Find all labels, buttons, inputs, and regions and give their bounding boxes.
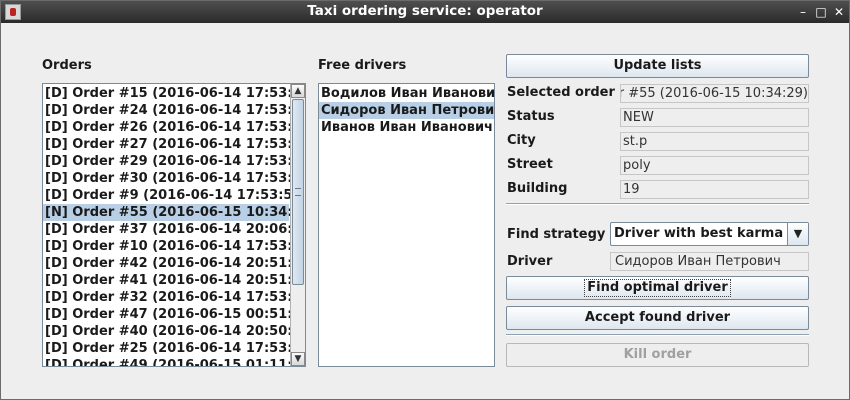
status-field[interactable]: NEW (620, 108, 809, 127)
drivers-items: Водилов Иван Иванович Сидоров Иван Петров… (319, 85, 494, 136)
order-list-item[interactable]: [D] Order #47 (2016-06-15 00:51:16) (43, 306, 305, 323)
selected-order-field[interactable]: er #55 (2016-06-15 10:34:29) (620, 84, 809, 103)
order-list-item[interactable]: [D] Order #29 (2016-06-14 17:53:51) (43, 153, 305, 170)
driver-list-item[interactable]: Водилов Иван Иванович (319, 85, 494, 102)
scroll-down-icon[interactable]: ▼ (291, 352, 305, 366)
order-list-item[interactable]: [N] Order #55 (2016-06-15 10:34:29) (43, 204, 305, 221)
title-bar[interactable]: Taxi ordering service: operator – □ ✕ (1, 1, 849, 23)
order-list-item[interactable]: [D] Order #26 (2016-06-14 17:53:51) (43, 119, 305, 136)
order-list-item[interactable]: [D] Order #25 (2016-06-14 17:53:51) (43, 340, 305, 357)
orders-label: Orders (42, 58, 92, 73)
free-drivers-label: Free drivers (318, 58, 407, 73)
scroll-up-icon[interactable]: ▲ (291, 84, 305, 98)
driver-list-item[interactable]: Сидоров Иван Петрович (319, 102, 494, 119)
order-list-item[interactable]: [D] Order #15 (2016-06-14 17:53:51) (43, 85, 305, 102)
selected-order-label: Selected order (507, 85, 615, 100)
orders-scrollbar[interactable]: ▲ ▼ (290, 84, 305, 366)
order-list-item[interactable]: [D] Order #30 (2016-06-14 17:53:51) (43, 170, 305, 187)
find-strategy-select[interactable]: Driver with best karma ▼ (610, 222, 809, 246)
building-label: Building (507, 181, 568, 196)
order-list-item[interactable]: [D] Order #42 (2016-06-14 20:51:06) (43, 255, 305, 272)
drivers-list[interactable]: Водилов Иван Иванович Сидоров Иван Петров… (318, 83, 495, 367)
find-strategy-value: Driver with best karma (614, 226, 784, 241)
order-list-item[interactable]: [D] Order #32 (2016-06-14 17:53:51) (43, 289, 305, 306)
order-list-item[interactable]: [D] Order #41 (2016-06-14 20:51:03) (43, 272, 305, 289)
building-field[interactable]: 19 (620, 180, 809, 199)
orders-list[interactable]: [D] Order #15 (2016-06-14 17:53:51) [D] O… (42, 83, 306, 367)
order-list-item[interactable]: [D] Order #24 (2016-06-14 17:53:51) (43, 102, 305, 119)
order-list-item[interactable]: [D] Order #40 (2016-06-14 20:50:54) (43, 323, 305, 340)
main-window: Taxi ordering service: operator – □ ✕ Or… (0, 0, 850, 400)
order-list-item[interactable]: [D] Order #49 (2016-06-15 01:11:42) (43, 357, 305, 366)
find-strategy-label: Find strategy (507, 227, 606, 242)
chevron-down-icon[interactable]: ▼ (787, 223, 808, 245)
driver-field[interactable]: Сидоров Иван Петрович (610, 252, 809, 271)
orders-items: [D] Order #15 (2016-06-14 17:53:51) [D] O… (43, 85, 305, 366)
maximize-icon[interactable]: □ (813, 4, 829, 20)
accept-found-driver-button[interactable]: Accept found driver (506, 306, 809, 330)
close-icon[interactable]: ✕ (831, 4, 847, 20)
update-lists-button[interactable]: Update lists (506, 54, 809, 78)
order-list-item[interactable]: [D] Order #27 (2016-06-14 17:53:51) (43, 136, 305, 153)
kill-order-button[interactable]: Kill order (506, 343, 809, 367)
driver-label: Driver (507, 254, 553, 269)
find-optimal-driver-label: Find optimal driver (584, 279, 731, 297)
scroll-thumb[interactable] (292, 99, 304, 285)
order-list-item[interactable]: [D] Order #9 (2016-06-14 17:53:51) (43, 187, 305, 204)
minimize-icon[interactable]: – (795, 4, 811, 20)
details-separator (506, 203, 809, 205)
city-field[interactable]: st.p (620, 132, 809, 151)
selected-order-value: er #55 (2016-06-15 10:34:29) (620, 86, 808, 101)
find-optimal-driver-button[interactable]: Find optimal driver (506, 276, 809, 300)
window-title: Taxi ordering service: operator (307, 3, 543, 19)
street-label: Street (507, 157, 553, 172)
status-label: Status (507, 109, 555, 124)
city-label: City (507, 133, 536, 148)
order-list-item[interactable]: [D] Order #37 (2016-06-14 20:06:31) (43, 221, 305, 238)
actions-separator (506, 334, 809, 336)
driver-list-item[interactable]: Иванов Иван Иванович (319, 119, 494, 136)
street-field[interactable]: poly (620, 156, 809, 175)
order-list-item[interactable]: [D] Order #10 (2016-06-14 17:53:51) (43, 238, 305, 255)
